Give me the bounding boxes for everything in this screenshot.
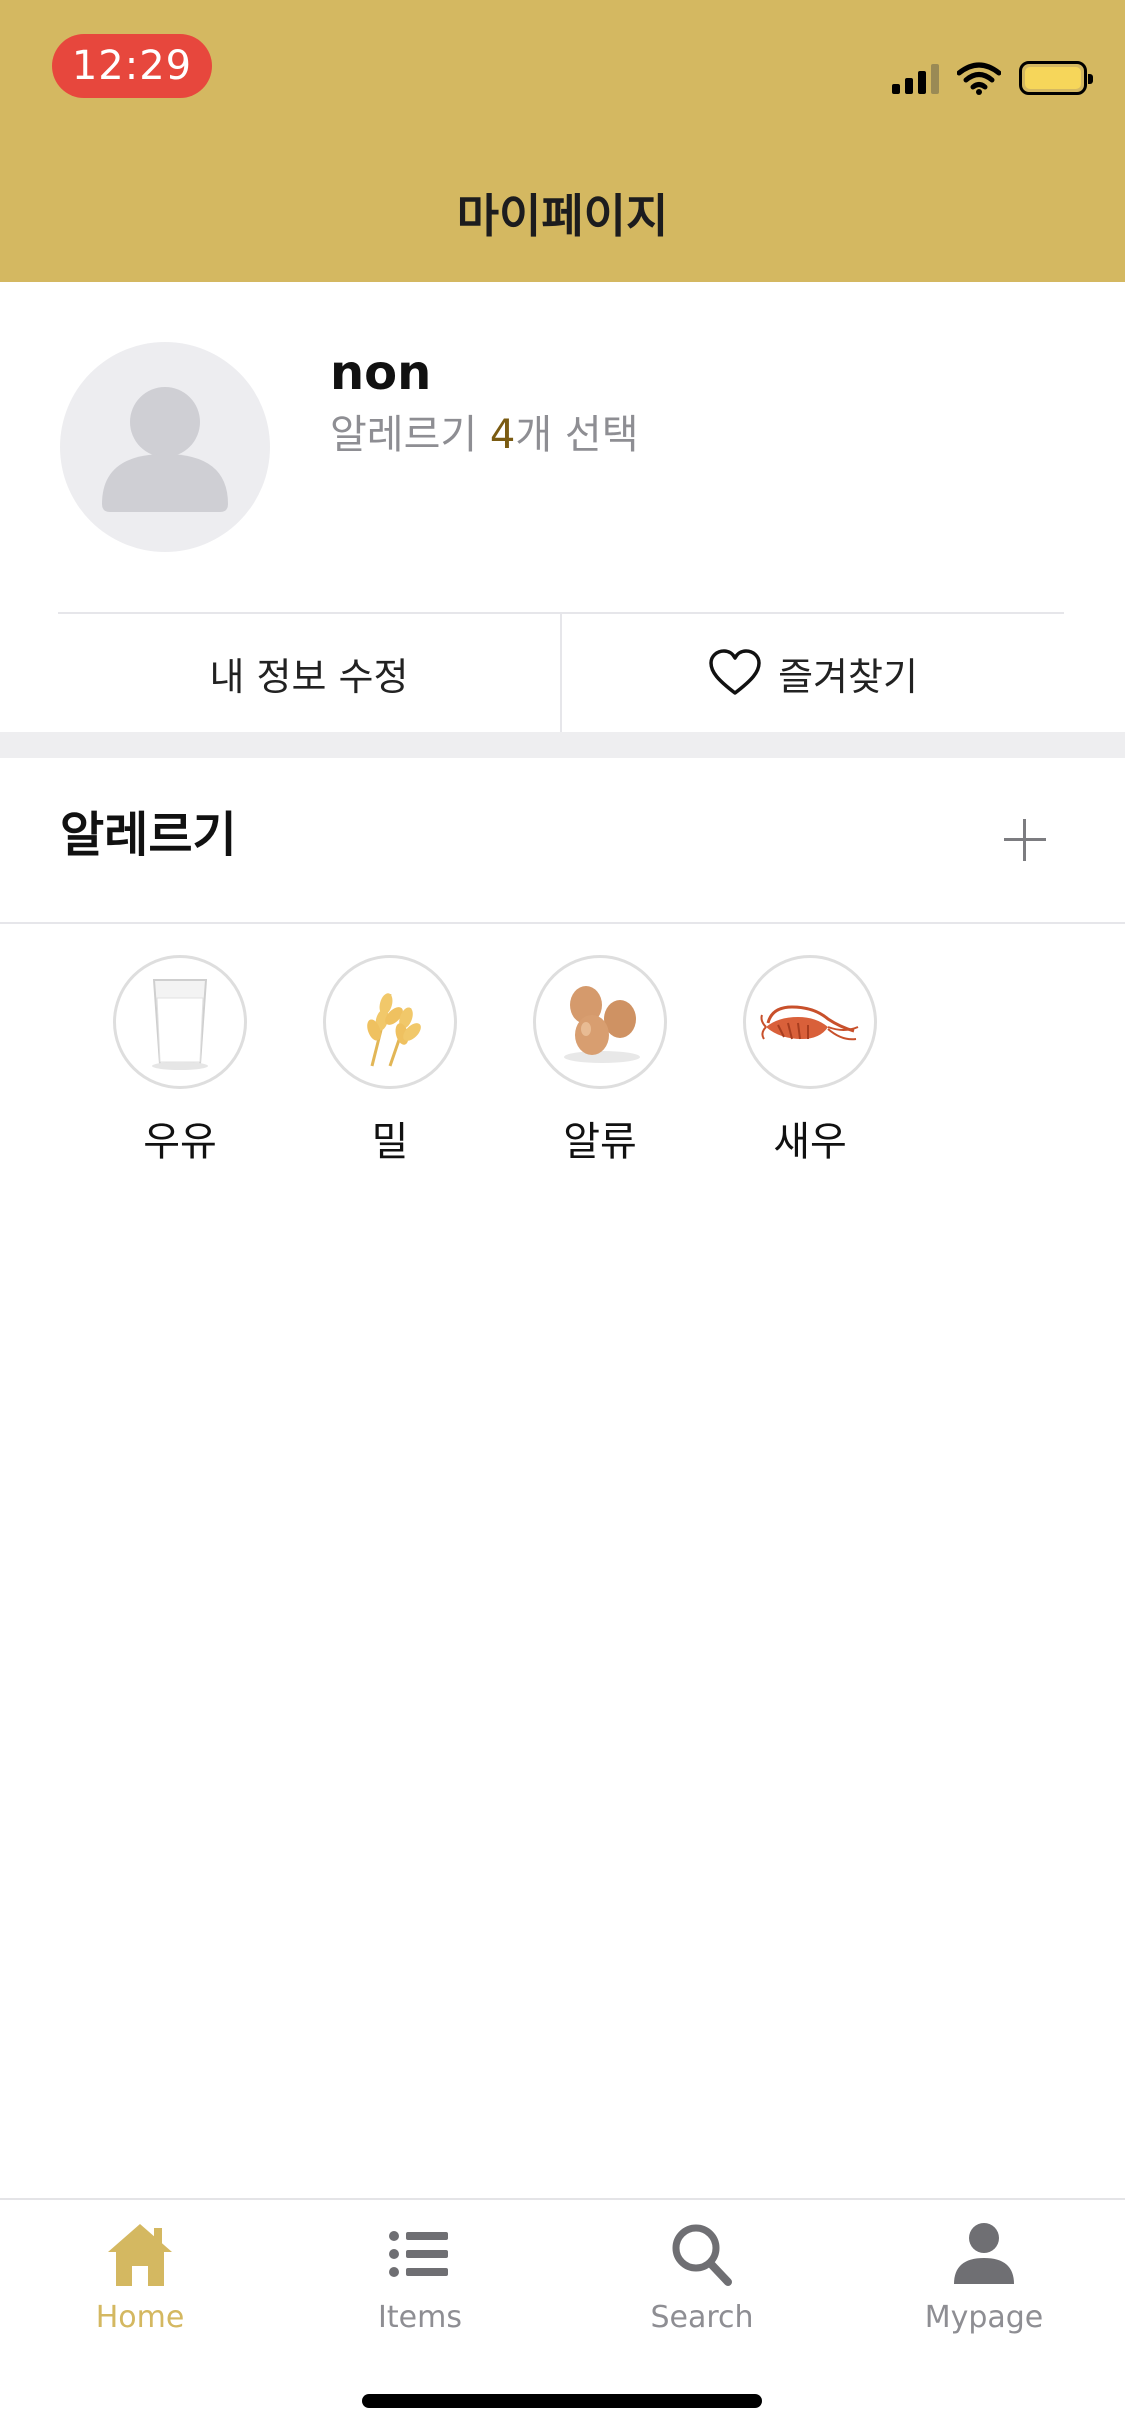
allergy-item-eggs[interactable]: 알류 xyxy=(530,955,670,1167)
status-time: 12:29 xyxy=(52,34,212,98)
person-icon xyxy=(954,2223,1014,2284)
allergy-section-title: 알레르기 xyxy=(60,807,237,863)
tab-search[interactable]: Search xyxy=(602,2220,802,2335)
username: non xyxy=(330,345,432,401)
favorites-button[interactable]: 즐겨찾기 xyxy=(562,614,1064,732)
allergy-label: 알류 xyxy=(563,1119,637,1165)
edit-profile-button[interactable]: 내 정보 수정 xyxy=(58,614,562,732)
profile-actions: 내 정보 수정 즐겨찾기 xyxy=(58,612,1064,732)
search-icon xyxy=(672,2224,732,2286)
allergy-label: 밀 xyxy=(371,1119,409,1165)
app-header: 12:29 마이페이지 xyxy=(0,0,1125,282)
allergy-count-text: 알레르기 4개 선택 xyxy=(330,412,639,458)
home-indicator xyxy=(362,2394,762,2408)
tab-items[interactable]: Items xyxy=(320,2220,520,2335)
home-icon xyxy=(108,2224,172,2286)
allergy-count-number: 4 xyxy=(489,412,516,458)
divider xyxy=(0,922,1125,924)
shrimp-icon xyxy=(743,955,877,1089)
avatar xyxy=(60,342,270,552)
favorites-label: 즐겨찾기 xyxy=(778,654,918,699)
section-separator xyxy=(0,732,1125,758)
list-icon xyxy=(389,2231,448,2277)
allergy-label: 새우 xyxy=(773,1119,847,1165)
page-title: 마이페이지 xyxy=(456,189,669,243)
eggs-icon xyxy=(533,955,667,1089)
heart-icon xyxy=(709,649,761,695)
tab-label: Search xyxy=(650,2300,754,2335)
edit-profile-label: 내 정보 수정 xyxy=(209,654,409,699)
tab-label: Home xyxy=(95,2300,185,2335)
allergy-item-shrimp[interactable]: 새우 xyxy=(740,955,880,1167)
wheat-icon xyxy=(323,955,457,1089)
battery-icon xyxy=(1019,61,1093,95)
status-icons xyxy=(892,56,1093,100)
person-placeholder-icon xyxy=(102,387,228,512)
tab-label: Items xyxy=(378,2300,462,2335)
milk-glass-icon xyxy=(113,955,247,1089)
wifi-icon xyxy=(957,62,1001,95)
tab-mypage[interactable]: Mypage xyxy=(884,2220,1084,2335)
allergy-item-wheat[interactable]: 밀 xyxy=(320,955,460,1167)
tab-home[interactable]: Home xyxy=(40,2220,240,2335)
add-allergy-button[interactable] xyxy=(1000,815,1050,865)
allergy-label: 우유 xyxy=(143,1119,217,1165)
signal-icon xyxy=(892,62,939,94)
tab-label: Mypage xyxy=(924,2300,1044,2335)
allergy-item-milk[interactable]: 우유 xyxy=(110,955,250,1167)
